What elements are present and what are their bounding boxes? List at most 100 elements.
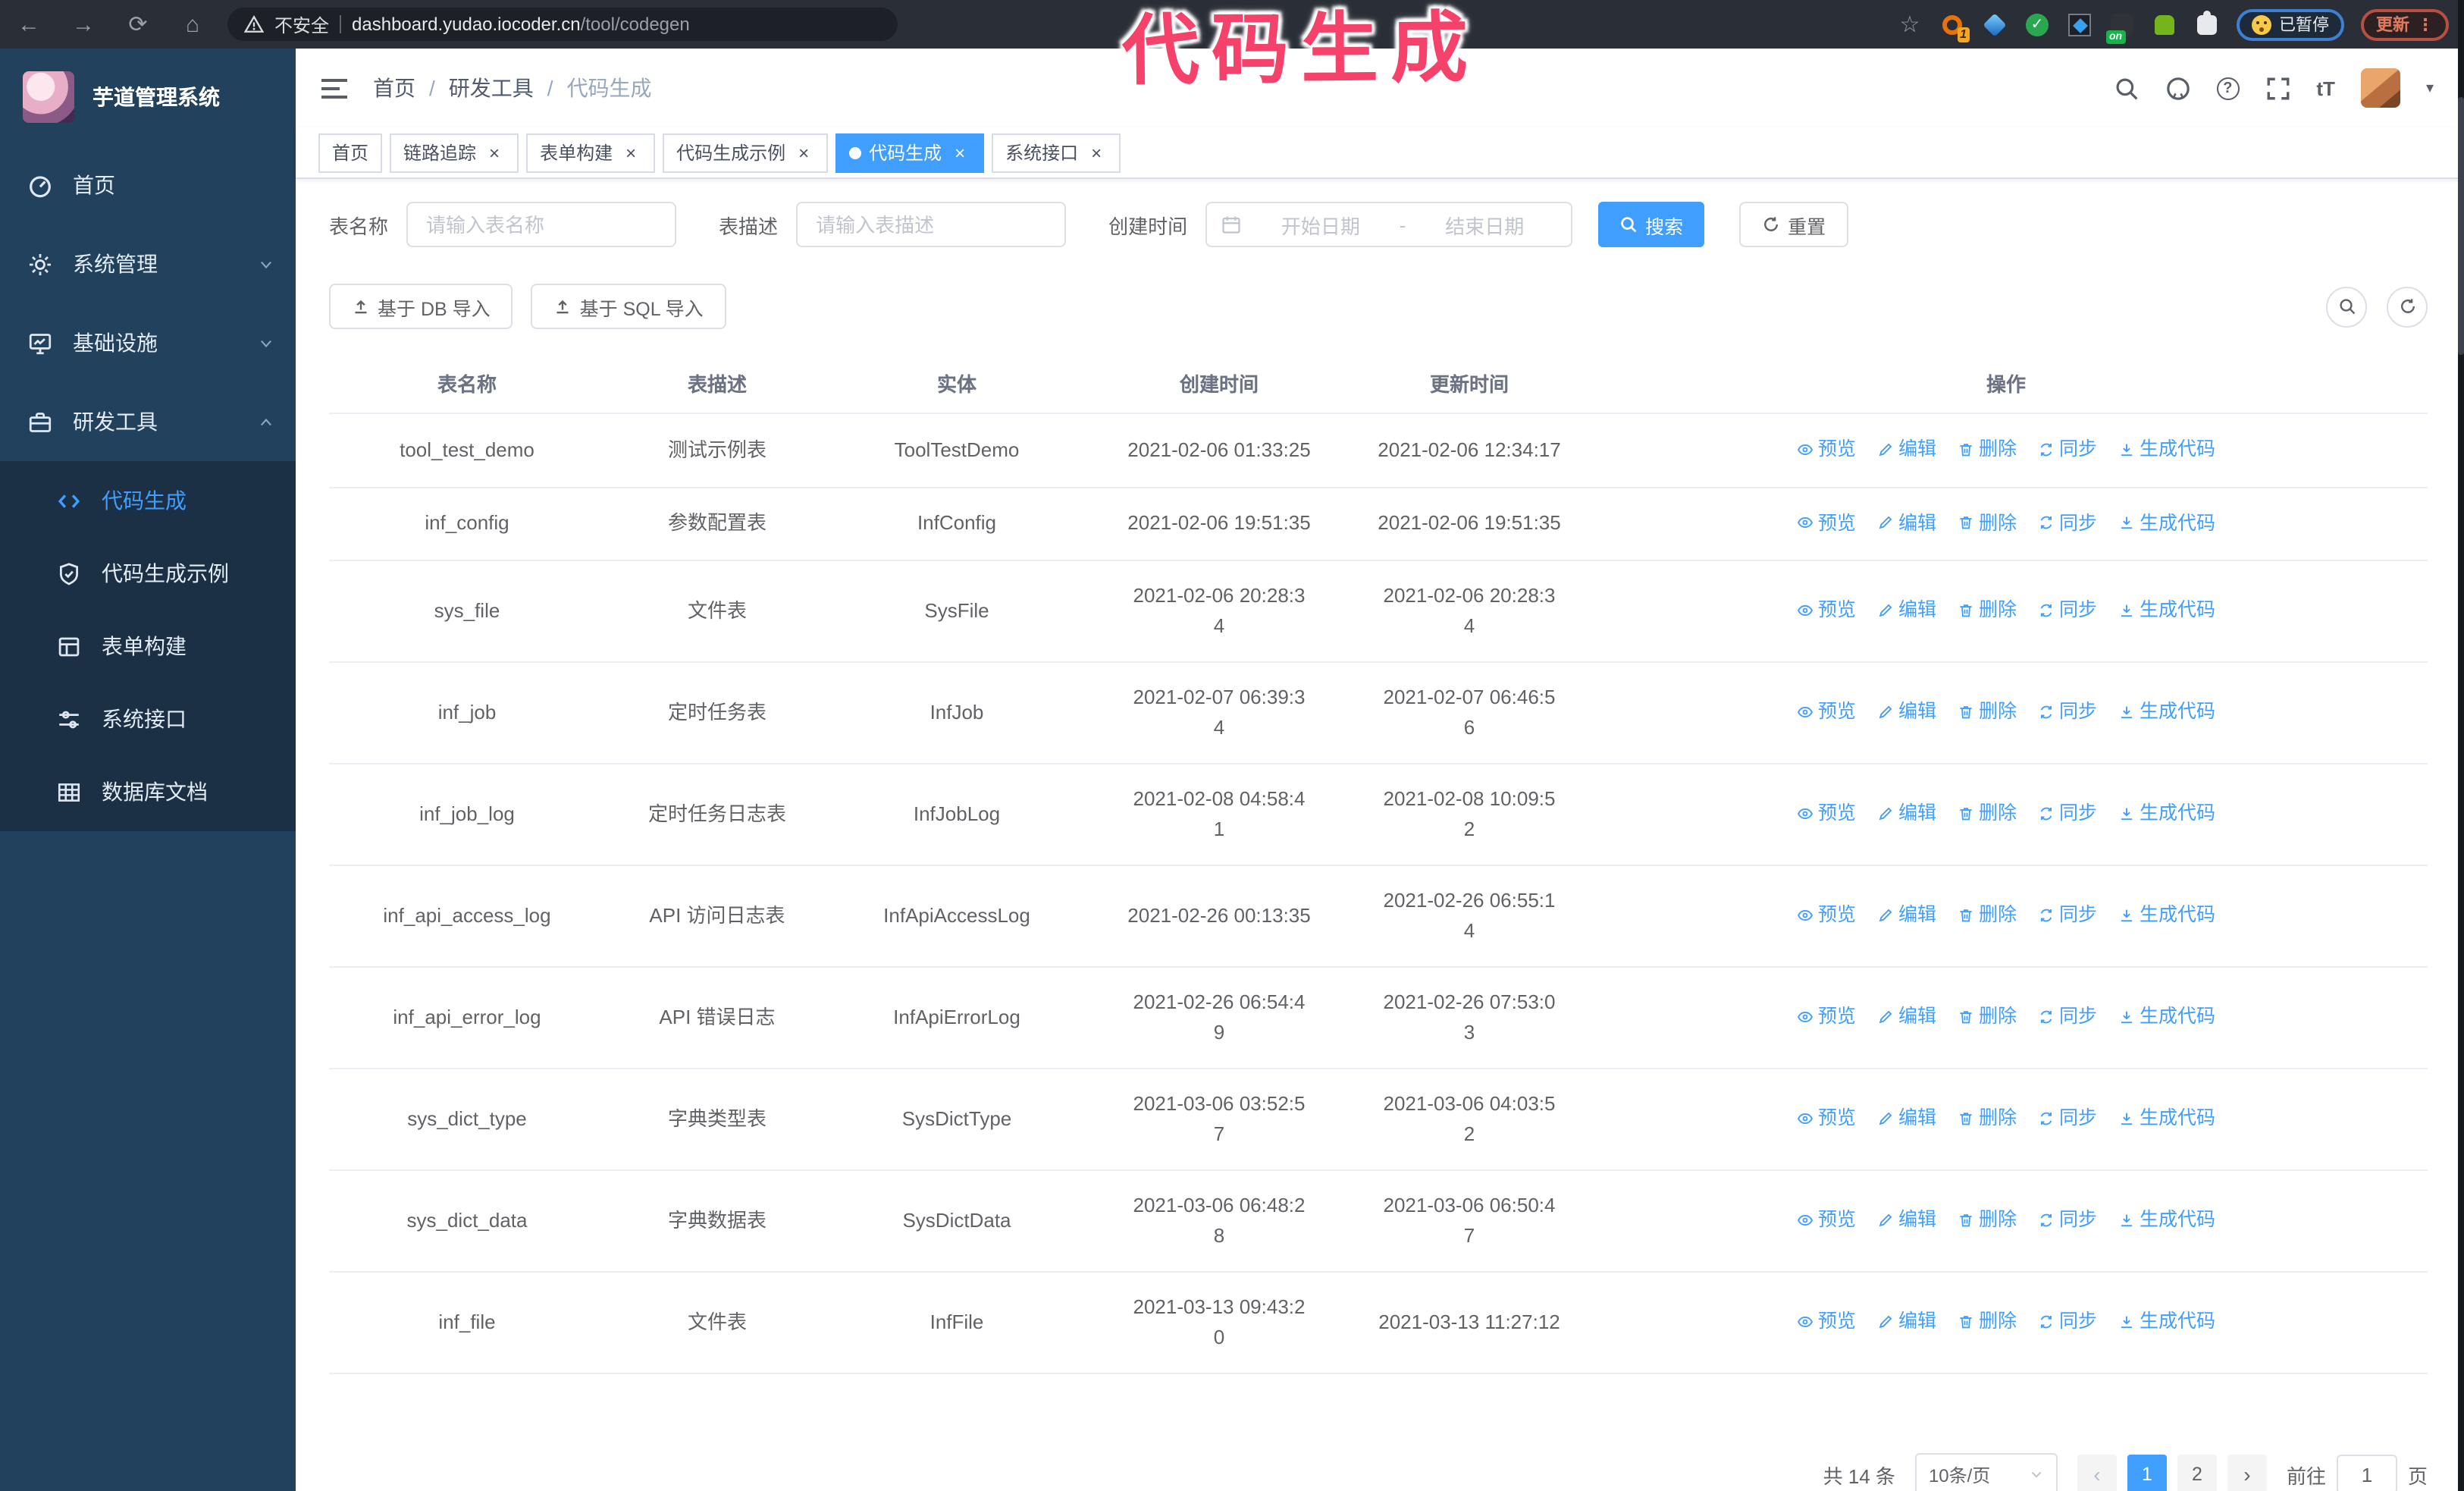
sidebar-item-首页[interactable]: 首页 — [0, 146, 296, 224]
sidebar-item-研发工具[interactable]: 研发工具 — [0, 382, 296, 461]
sidebar-item-系统管理[interactable]: 系统管理 — [0, 224, 296, 303]
action-同步[interactable]: 同步 — [2038, 900, 2097, 931]
forward-icon[interactable]: → — [70, 11, 97, 38]
action-预览[interactable]: 预览 — [1797, 900, 1856, 931]
breadcrumb-item[interactable]: 首页 — [373, 73, 415, 103]
reload-icon[interactable]: ⟳ — [124, 11, 152, 38]
sidebar-logo-row[interactable]: 芋道管理系统 — [0, 49, 296, 146]
action-同步[interactable]: 同步 — [2038, 595, 2097, 626]
github-icon[interactable] — [2165, 75, 2190, 101]
scrollbar[interactable] — [2458, 0, 2464, 1491]
action-删除[interactable]: 删除 — [1958, 1002, 2017, 1032]
action-编辑[interactable]: 编辑 — [1877, 1002, 1936, 1032]
scrollbar-thumb[interactable] — [2458, 97, 2464, 355]
action-生成代码[interactable]: 生成代码 — [2118, 1002, 2215, 1032]
action-删除[interactable]: 删除 — [1958, 1103, 2017, 1134]
breadcrumb-item[interactable]: 研发工具 — [449, 73, 534, 103]
reset-button[interactable]: 重置 — [1739, 202, 1849, 247]
action-预览[interactable]: 预览 — [1797, 595, 1856, 626]
page-button-2[interactable]: 2 — [2177, 1455, 2217, 1491]
start-date-placeholder[interactable]: 开始日期 — [1248, 210, 1393, 239]
action-生成代码[interactable]: 生成代码 — [2118, 697, 2215, 727]
hamburger-icon[interactable] — [320, 77, 349, 99]
sidebar-subitem-代码生成[interactable]: 代码生成 — [0, 464, 296, 537]
close-icon[interactable]: × — [949, 142, 970, 163]
grid-extension-icon[interactable] — [2067, 11, 2093, 37]
close-icon[interactable]: × — [1086, 142, 1107, 163]
toggle-search-button[interactable] — [2326, 286, 2367, 327]
action-同步[interactable]: 同步 — [2038, 1103, 2097, 1134]
paused-badge[interactable]: 已暂停 — [2237, 8, 2344, 40]
table-desc-input[interactable] — [796, 202, 1067, 247]
action-删除[interactable]: 删除 — [1958, 507, 2017, 538]
action-编辑[interactable]: 编辑 — [1877, 507, 1936, 538]
security-label[interactable]: 不安全 — [274, 11, 329, 37]
bookmark-star-icon[interactable]: ☆ — [1897, 11, 1923, 38]
import-db-button[interactable]: 基于 DB 导入 — [329, 284, 513, 329]
update-button[interactable]: 更新 ⋮ — [2361, 8, 2449, 40]
page-button-1[interactable]: 1 — [2127, 1455, 2167, 1491]
action-同步[interactable]: 同步 — [2038, 507, 2097, 538]
tab-链路追踪[interactable]: 链路追踪 × — [390, 133, 519, 172]
action-编辑[interactable]: 编辑 — [1877, 900, 1936, 931]
action-预览[interactable]: 预览 — [1797, 1307, 1856, 1337]
prev-page-button[interactable]: ‹ — [2077, 1455, 2117, 1491]
action-同步[interactable]: 同步 — [2038, 434, 2097, 464]
action-删除[interactable]: 删除 — [1958, 799, 2017, 829]
avatar[interactable] — [2360, 68, 2400, 108]
action-预览[interactable]: 预览 — [1797, 1002, 1856, 1032]
date-range-picker[interactable]: 开始日期 - 结束日期 — [1205, 202, 1573, 247]
green-check-extension-icon[interactable]: ✓ — [2024, 11, 2050, 37]
search-icon[interactable] — [2113, 75, 2139, 101]
action-同步[interactable]: 同步 — [2038, 799, 2097, 829]
address-bar[interactable]: 不安全 dashboard.yudao.iocoder.cn/tool/code… — [227, 8, 898, 41]
action-预览[interactable]: 预览 — [1797, 434, 1856, 464]
action-生成代码[interactable]: 生成代码 — [2118, 434, 2215, 464]
action-编辑[interactable]: 编辑 — [1877, 799, 1936, 829]
action-同步[interactable]: 同步 — [2038, 697, 2097, 727]
home-icon[interactable]: ⌂ — [179, 11, 206, 38]
close-icon[interactable]: × — [484, 142, 505, 163]
table-name-input[interactable] — [406, 202, 677, 247]
help-icon[interactable]: ? — [2216, 77, 2240, 99]
action-生成代码[interactable]: 生成代码 — [2118, 1103, 2215, 1134]
action-生成代码[interactable]: 生成代码 — [2118, 900, 2215, 931]
action-生成代码[interactable]: 生成代码 — [2118, 595, 2215, 626]
action-预览[interactable]: 预览 — [1797, 1103, 1856, 1134]
sidebar-subitem-数据库文档[interactable]: 数据库文档 — [0, 755, 296, 828]
close-icon[interactable]: × — [793, 142, 814, 163]
search-button[interactable]: 搜索 — [1598, 202, 1705, 247]
action-生成代码[interactable]: 生成代码 — [2118, 799, 2215, 829]
tab-代码生成[interactable]: 代码生成 × — [835, 133, 985, 172]
action-生成代码[interactable]: 生成代码 — [2118, 1205, 2215, 1235]
action-删除[interactable]: 删除 — [1958, 434, 2017, 464]
action-同步[interactable]: 同步 — [2038, 1205, 2097, 1235]
sidebar-subitem-系统接口[interactable]: 系统接口 — [0, 683, 296, 755]
orange-ring-extension-icon[interactable]: 1 — [1939, 11, 1970, 42]
sidebar-item-基础设施[interactable]: 基础设施 — [0, 303, 296, 382]
blue-gem-extension-icon[interactable] — [1982, 11, 2008, 37]
action-预览[interactable]: 预览 — [1797, 799, 1856, 829]
action-生成代码[interactable]: 生成代码 — [2118, 1307, 2215, 1337]
tab-系统接口[interactable]: 系统接口 × — [992, 133, 1121, 172]
action-同步[interactable]: 同步 — [2038, 1002, 2097, 1032]
action-编辑[interactable]: 编辑 — [1877, 595, 1936, 626]
end-date-placeholder[interactable]: 结束日期 — [1412, 210, 1557, 239]
chevron-down-icon[interactable]: ▾ — [2426, 80, 2434, 96]
action-删除[interactable]: 删除 — [1958, 595, 2017, 626]
next-page-button[interactable]: › — [2227, 1455, 2267, 1491]
action-编辑[interactable]: 编辑 — [1877, 434, 1936, 464]
browser-menu-icon[interactable]: ⋮ — [2417, 14, 2434, 34]
green-bot-extension-icon[interactable] — [2152, 11, 2177, 37]
refresh-button[interactable] — [2387, 286, 2428, 327]
action-预览[interactable]: 预览 — [1797, 697, 1856, 727]
action-删除[interactable]: 删除 — [1958, 697, 2017, 727]
page-size-select[interactable]: 10条/页 — [1914, 1453, 2058, 1491]
back-icon[interactable]: ← — [15, 11, 42, 38]
action-同步[interactable]: 同步 — [2038, 1307, 2097, 1337]
sidebar-subitem-表单构建[interactable]: 表单构建 — [0, 610, 296, 683]
dark-on-extension-icon[interactable]: on — [2106, 11, 2135, 43]
tab-首页[interactable]: 首页 — [318, 133, 383, 172]
goto-page-input[interactable] — [2336, 1455, 2397, 1491]
tab-代码生成示例[interactable]: 代码生成示例 × — [663, 133, 829, 172]
